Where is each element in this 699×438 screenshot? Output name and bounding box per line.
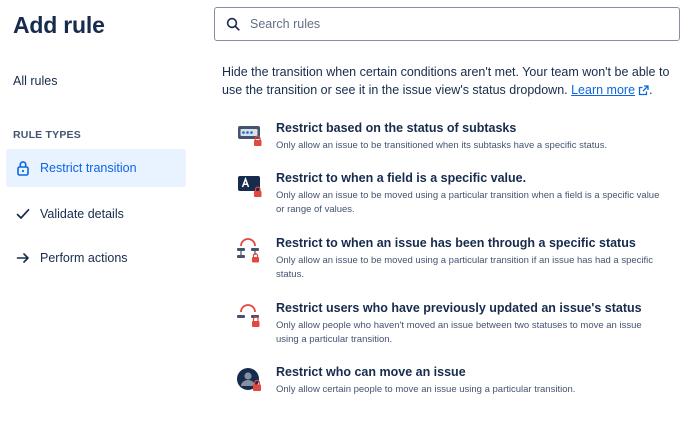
rule-title: Restrict to when a field is a specific v… xyxy=(276,171,527,185)
rule-description: Only allow an issue to be moved using a … xyxy=(276,255,654,280)
status-history-lock-icon xyxy=(236,236,264,264)
rule-description: Only allow an issue to be transitioned w… xyxy=(276,140,608,151)
intro-text: Hide the transition when certain conditi… xyxy=(222,63,682,101)
sidebar-item-label: Perform actions xyxy=(40,251,128,265)
rule-types-heading: RULE TYPES xyxy=(13,129,81,141)
sidebar-item-label: Restrict transition xyxy=(40,161,137,175)
lock-icon xyxy=(12,160,34,176)
rule-title: Restrict to when an issue has been throu… xyxy=(276,236,636,250)
sidebar-item-restrict-transition[interactable]: Restrict transition xyxy=(6,149,186,187)
rule-option-status-history[interactable]: Restrict to when an issue has been throu… xyxy=(236,235,676,282)
sidebar-item-label: Validate details xyxy=(40,207,124,221)
external-link-icon xyxy=(638,83,649,101)
rule-option-who-can-move[interactable]: Restrict who can move an issue Only allo… xyxy=(236,364,676,397)
search-field[interactable] xyxy=(214,7,680,41)
page-title: Add rule xyxy=(13,12,105,38)
rule-description: Only allow people who haven't moved an i… xyxy=(276,320,642,345)
check-icon xyxy=(12,208,34,220)
field-lock-icon xyxy=(236,171,264,199)
rule-option-field-value[interactable]: Restrict to when a field is a specific v… xyxy=(236,170,676,217)
previous-users-lock-icon xyxy=(236,301,264,329)
subtasks-lock-icon xyxy=(236,121,264,149)
search-icon xyxy=(226,16,242,32)
arrow-right-icon xyxy=(12,252,34,264)
rule-title: Restrict who can move an issue xyxy=(276,365,466,379)
rule-option-subtasks-status[interactable]: Restrict based on the status of subtasks… xyxy=(236,120,676,153)
sidebar-item-validate-details[interactable]: Validate details xyxy=(6,195,186,233)
rule-description: Only allow certain people to move an iss… xyxy=(276,384,576,395)
rule-description: Only allow an issue to be moved using a … xyxy=(276,190,660,215)
user-lock-icon xyxy=(236,365,264,393)
rule-option-previous-users[interactable]: Restrict users who have previously updat… xyxy=(236,300,676,347)
all-rules-link[interactable]: All rules xyxy=(13,74,57,88)
learn-more-link[interactable]: Learn more xyxy=(571,83,649,97)
search-input[interactable] xyxy=(248,16,672,32)
rule-title: Restrict based on the status of subtasks xyxy=(276,121,517,135)
rule-title: Restrict users who have previously updat… xyxy=(276,301,642,315)
sidebar-item-perform-actions[interactable]: Perform actions xyxy=(6,239,186,277)
